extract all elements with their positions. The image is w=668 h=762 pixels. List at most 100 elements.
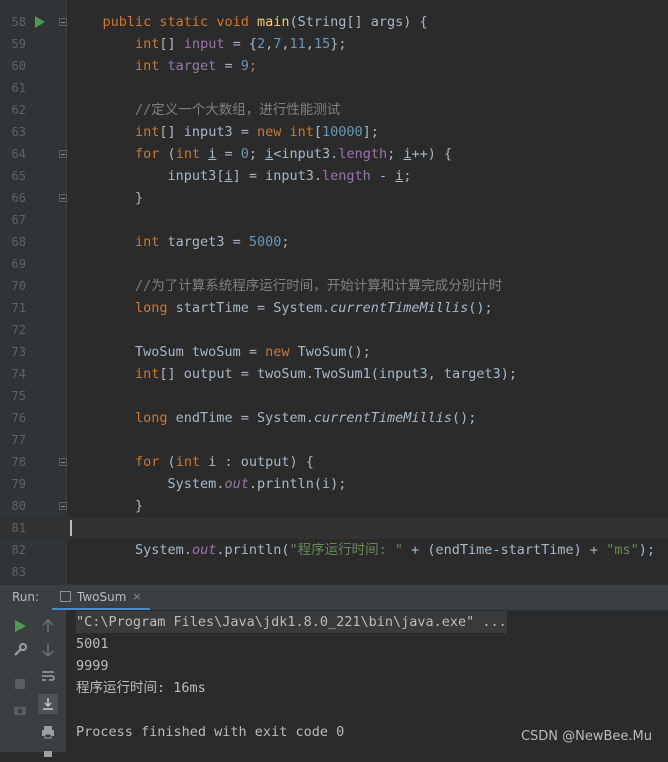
code-line[interactable]: 61	[0, 77, 668, 99]
code-token: [] input3 =	[159, 124, 257, 140]
code-token: 11	[289, 36, 306, 52]
code-token: length	[322, 168, 371, 184]
code-line[interactable]: 77	[0, 429, 668, 451]
code-line[interactable]: 65 input3[i] = input3.length - i;	[0, 165, 668, 187]
code-token: for	[135, 454, 168, 470]
code-token: 5000	[248, 234, 282, 250]
code-token: long	[135, 410, 176, 426]
code-token: int	[135, 36, 160, 52]
wrench-icon[interactable]	[12, 642, 28, 658]
code-token: TwoSum twoSum =	[135, 344, 266, 360]
rerun-icon[interactable]	[12, 618, 28, 634]
code-token: ;	[281, 234, 290, 250]
code-token: -	[370, 168, 396, 184]
code-line[interactable]: 58 public static void main(String[] args…	[0, 11, 668, 33]
stop-icon[interactable]	[12, 676, 28, 692]
line-number: 61	[11, 81, 26, 95]
code-line[interactable]: 66 }	[0, 187, 668, 209]
code-token: //为了计算系统程序运行时间，开始计算和计算完成分别计时	[135, 278, 503, 294]
down-arrow-icon[interactable]	[40, 642, 56, 658]
line-number: 63	[11, 125, 26, 139]
code-token: 15	[313, 36, 331, 52]
code-line[interactable]: 63 int[] input3 = new int[10000];	[0, 121, 668, 143]
code-token: int	[135, 124, 160, 140]
code-line[interactable]: 72	[0, 319, 668, 341]
code-line[interactable]: 71 long startTime = System.currentTimeMi…	[0, 297, 668, 319]
text-caret	[70, 520, 72, 536]
code-token: [] output = twoSum.TwoSum1(input3, targe…	[159, 366, 518, 382]
code-line[interactable]: 69	[0, 253, 668, 275]
code-editor[interactable]: 58 public static void main(String[] args…	[0, 0, 668, 584]
code-text: System.out.println(i);	[70, 473, 347, 495]
soft-wrap-icon[interactable]	[40, 668, 56, 684]
code-text: }	[70, 187, 143, 209]
code-line[interactable]: 59 int[] input = {2,7,11,15};	[0, 33, 668, 55]
run-gutter-icon[interactable]	[35, 16, 45, 28]
code-line[interactable]: 83	[0, 561, 668, 583]
up-arrow-icon[interactable]	[40, 618, 56, 634]
code-line[interactable]: 74 int[] output = twoSum.TwoSum1(input3,…	[0, 363, 668, 385]
fold-marker-icon[interactable]	[59, 502, 67, 510]
code-line[interactable]: 79 System.out.println(i);	[0, 473, 668, 495]
code-line[interactable]: 67	[0, 209, 668, 231]
code-token: ];	[362, 124, 379, 140]
code-token: };	[330, 36, 347, 52]
fold-marker-icon[interactable]	[59, 18, 67, 26]
line-number: 67	[11, 213, 26, 227]
line-number: 62	[11, 103, 26, 117]
print-icon[interactable]	[40, 724, 56, 740]
code-text: int[] output = twoSum.TwoSum1(input3, ta…	[70, 363, 517, 385]
code-text: for (int i : output) {	[70, 451, 314, 473]
code-line[interactable]: 62 //定义一个大数组，进行性能测试	[0, 99, 668, 121]
code-token: System.	[135, 542, 192, 558]
code-token: for	[135, 146, 168, 162]
watermark: CSDN @NewBee.Mu	[520, 729, 652, 744]
scroll-to-end-icon[interactable]	[38, 694, 58, 714]
code-line[interactable]: 80 }	[0, 495, 668, 517]
code-line[interactable]: 73 TwoSum twoSum = new TwoSum();	[0, 341, 668, 363]
code-token: =	[216, 58, 241, 74]
code-line[interactable]: 81	[0, 517, 668, 539]
line-number: 79	[11, 477, 26, 491]
code-token: =	[216, 146, 241, 162]
line-number: 71	[11, 301, 26, 315]
code-line[interactable]: 70 //为了计算系统程序运行时间，开始计算和计算完成分别计时	[0, 275, 668, 297]
code-line[interactable]: 78 for (int i : output) {	[0, 451, 668, 473]
fold-marker-icon[interactable]	[59, 458, 67, 466]
code-token: input3[	[167, 168, 225, 184]
code-token: }	[135, 498, 144, 514]
close-tab-icon[interactable]: ×	[132, 590, 141, 603]
console-output-line: 9999	[76, 658, 109, 674]
code-token: .println(i);	[248, 476, 347, 492]
code-line[interactable]: 76 long endTime = System.currentTimeMill…	[0, 407, 668, 429]
run-tab-label: TwoSum	[77, 589, 127, 604]
code-line[interactable]: 60 int target = 9;	[0, 55, 668, 77]
line-number: 82	[11, 543, 26, 557]
line-number: 65	[11, 169, 26, 183]
code-token: startTime = System.	[175, 300, 331, 316]
fold-marker-icon[interactable]	[59, 194, 67, 202]
code-line[interactable]: 75	[0, 385, 668, 407]
code-token: endTime = System.	[175, 410, 314, 426]
code-token: new	[265, 344, 298, 360]
camera-icon[interactable]	[12, 702, 28, 718]
code-text: //定义一个大数组，进行性能测试	[70, 99, 340, 121]
code-token: out	[224, 476, 249, 492]
code-token: []	[159, 36, 184, 52]
fold-marker-icon[interactable]	[59, 150, 67, 158]
code-line[interactable]: 64 for (int i = 0; i<input3.length; i++)…	[0, 143, 668, 165]
code-line[interactable]: 82 System.out.println("程序运行时间: " + (endT…	[0, 539, 668, 561]
console-command-line: "C:\Program Files\Java\jdk1.8.0_221\bin\…	[76, 611, 507, 633]
trash-icon[interactable]	[40, 746, 56, 762]
code-line[interactable]: 68 int target3 = 5000;	[0, 231, 668, 253]
run-tab-twosum[interactable]: TwoSum ×	[52, 585, 150, 610]
